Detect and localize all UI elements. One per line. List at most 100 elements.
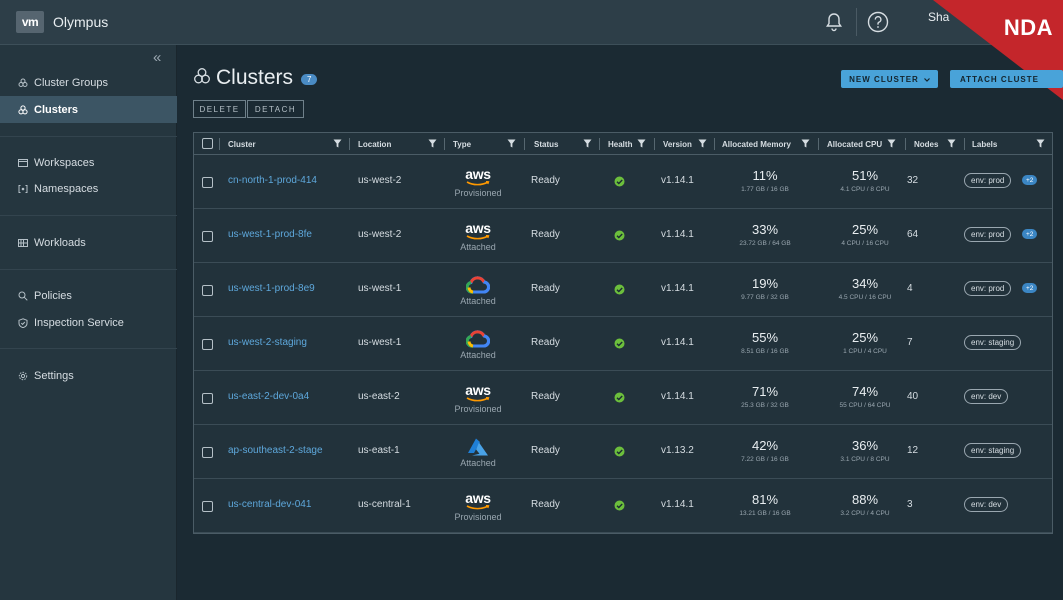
column-divider [818,138,819,150]
column-divider [654,138,655,150]
cluster-name-link[interactable]: us-central-dev-041 [228,499,311,510]
row-checkbox[interactable] [202,339,213,350]
label-tag[interactable]: env: dev [964,389,1009,404]
column-header-labels[interactable]: Labels [972,133,997,155]
memory-detail: 23.72 GB / 64 GB [739,240,791,247]
allocated-cpu-cell: 25% 4 CPU / 16 CPU [820,222,910,247]
memory-detail: 1.77 GB / 16 GB [741,186,789,193]
column-header-allocated-memory[interactable]: Allocated Memory [722,133,791,155]
filter-icon[interactable] [698,139,707,148]
cluster-name-link[interactable]: us-west-1-prod-8e9 [228,283,315,294]
type-label: Provisioned [454,188,502,198]
sidebar-item-label: Clusters [34,103,79,116]
row-checkbox[interactable] [202,177,213,188]
cpu-detail: 4.5 CPU / 16 CPU [838,294,892,301]
sidebar-item-inspection-service[interactable]: Inspection Service [0,309,177,336]
table-row[interactable]: us-west-1-prod-8fe us-west-2 aws Attached Re… [194,209,1052,263]
version-cell: v1.14.1 [661,283,694,294]
table-row[interactable]: us-east-2-dev-0a4 us-east-2 aws Provisioned… [194,371,1052,425]
filter-icon[interactable] [887,139,896,148]
row-checkbox[interactable] [202,231,213,242]
sidebar-divider [0,348,177,349]
table-row[interactable]: us-west-1-prod-8e9 us-west-1 Attached Ready… [194,263,1052,317]
label-tag[interactable]: env: prod [964,173,1012,188]
allocated-memory-cell: 19% 9.77 GB / 32 GB [720,276,810,301]
sidebar-item-workloads[interactable]: Workloads [0,229,177,256]
nodes-cell: 4 [907,283,913,294]
more-labels-badge[interactable]: +2 [1022,283,1038,293]
sidebar-item-workspaces[interactable]: Workspaces [0,149,177,176]
column-header-health[interactable]: Health [608,133,632,155]
column-header-type[interactable]: Type [453,133,471,155]
select-all-checkbox[interactable] [202,138,213,149]
collapse-sidebar-icon[interactable]: « [153,49,161,66]
cluster-name-link[interactable]: ap-southeast-2-stage [228,445,323,456]
filter-icon[interactable] [583,139,592,148]
version-cell: v1.14.1 [661,229,694,240]
column-divider [349,138,350,150]
vmware-logo[interactable]: vm [16,11,44,33]
row-checkbox[interactable] [202,501,213,512]
filter-icon[interactable] [637,139,646,148]
label-tag[interactable]: env: staging [964,335,1022,350]
sidebar-item-label: Policies [34,289,72,302]
column-header-location[interactable]: Location [358,133,391,155]
sidebar-item-settings[interactable]: Settings [0,362,177,389]
clusters-title-icon [193,67,211,90]
sidebar-divider [0,269,177,270]
table-row[interactable]: cn-north-1-prod-414 us-west-2 aws Provision… [194,155,1052,209]
column-divider [444,138,445,150]
bell-icon[interactable] [823,11,845,33]
column-header-status[interactable]: Status [534,133,558,155]
cluster-name-link[interactable]: us-east-2-dev-0a4 [228,391,309,402]
more-labels-badge[interactable]: +2 [1022,229,1038,239]
provider-logo [438,275,518,294]
memory-detail: 25.3 GB / 32 GB [741,402,789,409]
column-header-cluster[interactable]: Cluster [228,133,256,155]
sidebar-item-label: Cluster Groups [34,76,108,89]
filter-icon[interactable] [801,139,810,148]
column-header-version[interactable]: Version [663,133,692,155]
detach-button[interactable]: DETACH [247,100,304,118]
column-header-allocated-cpu[interactable]: Allocated CPU [827,133,882,155]
type-cell: Attached [438,275,518,306]
health-ok-icon [614,338,625,349]
more-labels-badge[interactable]: +2 [1022,175,1038,185]
attach-cluster-button[interactable]: ATTACH CLUSTE [950,70,1063,88]
new-cluster-button[interactable]: NEW CLUSTER [841,70,938,88]
filter-icon[interactable] [947,139,956,148]
delete-button[interactable]: DELETE [193,100,246,118]
table-row[interactable]: us-central-dev-041 us-central-1 aws Provisi… [194,479,1052,533]
column-header-nodes[interactable]: Nodes [914,133,938,155]
cluster-name-link[interactable]: us-west-2-staging [228,337,307,348]
label-tag[interactable]: env: staging [964,443,1022,458]
memory-percent: 42% [751,438,779,453]
table-row[interactable]: ap-southeast-2-stage us-east-1 Attached Rea… [194,425,1052,479]
row-checkbox[interactable] [202,285,213,296]
workspaces-icon [18,158,28,168]
table-row[interactable]: us-west-2-staging us-west-1 Attached Ready v… [194,317,1052,371]
filter-icon[interactable] [1036,139,1045,148]
sidebar-item-policies[interactable]: Policies [0,282,177,309]
type-label: Attached [460,296,496,306]
sidebar-item-cluster-groups[interactable]: Cluster Groups [0,69,177,96]
row-checkbox[interactable] [202,447,213,458]
top-header: vm Olympus Sha NDA [0,0,1063,100]
aws-smile-icon [466,505,490,510]
filter-icon[interactable] [507,139,516,148]
label-tag[interactable]: env: dev [964,497,1009,512]
aws-logo: aws [465,166,491,182]
sidebar-item-clusters[interactable]: Clusters [0,96,177,123]
cluster-name-link[interactable]: us-west-1-prod-8fe [228,229,312,240]
label-tag[interactable]: env: prod [964,227,1012,242]
health-ok-icon [614,446,625,457]
allocated-memory-cell: 71% 25.3 GB / 32 GB [720,384,810,409]
sidebar-item-namespaces[interactable]: Namespaces [0,175,177,202]
cluster-name-link[interactable]: cn-north-1-prod-414 [228,175,317,186]
filter-icon[interactable] [428,139,437,148]
label-tag[interactable]: env: prod [964,281,1012,296]
row-checkbox[interactable] [202,393,213,404]
page-title: Clusters [216,66,294,89]
filter-icon[interactable] [333,139,342,148]
help-icon[interactable] [867,11,889,33]
